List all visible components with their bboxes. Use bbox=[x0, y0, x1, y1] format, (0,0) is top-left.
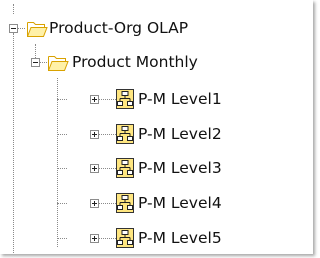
tree-connector bbox=[96, 168, 116, 169]
tree-connector bbox=[96, 134, 116, 135]
tree-connector bbox=[96, 238, 116, 239]
expand-icon[interactable] bbox=[90, 234, 99, 243]
open-folder-icon bbox=[27, 22, 48, 37]
tree-connector bbox=[18, 28, 25, 29]
expand-icon[interactable] bbox=[90, 130, 99, 139]
level-hierarchy-icon bbox=[116, 193, 134, 213]
collapse-icon[interactable] bbox=[31, 58, 40, 67]
tree-node-label: P-M Level1 bbox=[138, 90, 222, 108]
open-folder-icon bbox=[48, 56, 69, 71]
tree-connector bbox=[57, 168, 67, 169]
tree-node-label: P-M Level4 bbox=[138, 194, 222, 212]
expand-icon[interactable] bbox=[90, 95, 99, 104]
tree-connector bbox=[13, 33, 14, 253]
level-hierarchy-icon bbox=[116, 124, 134, 144]
tree-node-label: P-M Level5 bbox=[138, 229, 222, 247]
level-hierarchy-icon bbox=[116, 158, 134, 178]
tree-node-label: Product Monthly bbox=[72, 53, 198, 71]
tree-node-label: P-M Level3 bbox=[138, 159, 222, 177]
expand-icon[interactable] bbox=[90, 164, 99, 173]
tree-connector bbox=[13, 4, 14, 14]
tree-connector bbox=[57, 203, 67, 204]
tree-connector bbox=[96, 99, 116, 100]
tree-node-label: P-M Level2 bbox=[138, 125, 222, 143]
tree-node-label: Product-Org OLAP bbox=[49, 19, 189, 37]
olap-tree-panel: Product-Org OLAP Product Monthly P-M Lev… bbox=[0, 0, 313, 254]
expand-icon[interactable] bbox=[90, 199, 99, 208]
collapse-icon[interactable] bbox=[9, 24, 18, 33]
tree-connector bbox=[40, 62, 47, 63]
tree-connector bbox=[57, 99, 67, 100]
level-hierarchy-icon bbox=[116, 89, 134, 109]
level-hierarchy-icon bbox=[116, 228, 134, 248]
tree-connector bbox=[96, 203, 116, 204]
tree-connector bbox=[57, 78, 58, 247]
tree-connector bbox=[57, 134, 67, 135]
tree-connector bbox=[57, 238, 67, 239]
